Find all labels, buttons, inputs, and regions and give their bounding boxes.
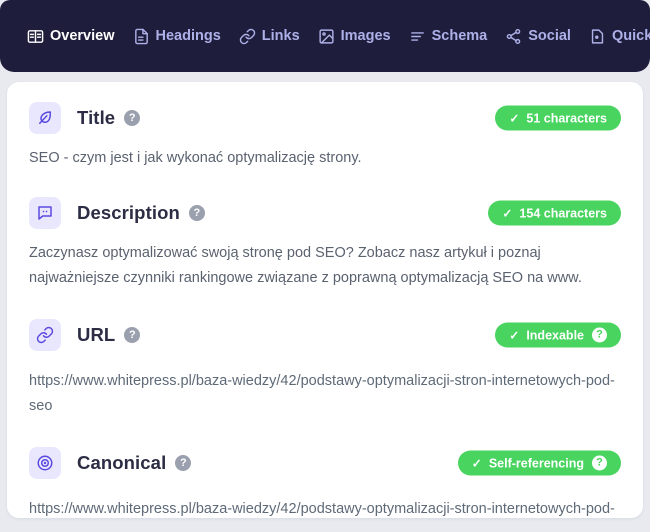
status-badge-label: Indexable	[526, 328, 584, 342]
question-mark-icon[interactable]: ?	[592, 327, 607, 343]
question-mark-icon[interactable]: ?	[175, 455, 192, 471]
list-icon	[409, 28, 426, 45]
question-mark-icon[interactable]: ?	[124, 110, 141, 126]
section-title-header: Title ? ✓ 51 characters	[29, 100, 621, 136]
section-canonical-header: Canonical ? ✓ Self-referencing ?	[29, 445, 621, 481]
nav-item-label: Schema	[431, 28, 488, 44]
status-badge-url[interactable]: ✓ Indexable ?	[495, 322, 621, 348]
status-badge-canonical[interactable]: ✓ Self-referencing ?	[457, 450, 621, 476]
nav-item-label: Social	[528, 28, 571, 44]
status-badge-description[interactable]: ✓ 154 characters	[488, 200, 621, 226]
section-canonical: Canonical ? ✓ Self-referencing ? https:/…	[29, 445, 621, 518]
status-badge-label: Self-referencing	[488, 456, 584, 470]
check-icon: ✓	[509, 111, 520, 125]
top-navigation-bar: Overview Headings Links Images Schema So…	[0, 0, 650, 72]
check-icon: ✓	[502, 206, 513, 220]
section-description-heading: Description	[77, 202, 180, 223]
question-mark-icon[interactable]: ?	[124, 327, 141, 343]
nav-item-label: Overview	[50, 28, 115, 44]
canonical-value: https://www.whitepress.pl/baza-wiedzy/42…	[29, 501, 615, 517]
nav-items: Overview Headings Links Images Schema So…	[18, 24, 650, 49]
status-badge-label: 51 characters	[526, 111, 607, 125]
target-icon	[29, 447, 61, 479]
share-icon	[505, 28, 522, 45]
section-canonical-heading: Canonical	[77, 452, 167, 473]
question-mark-icon[interactable]: ?	[592, 455, 607, 471]
status-badge-title[interactable]: ✓ 51 characters	[495, 105, 621, 131]
nav-item-label: Images	[340, 28, 391, 44]
status-badge-label: 154 characters	[519, 206, 607, 220]
nav-item-images[interactable]: Images	[309, 24, 400, 49]
section-url-header: URL ? ✓ Indexable ?	[29, 317, 621, 353]
link-chain-icon	[29, 319, 61, 351]
link-icon	[239, 28, 256, 45]
section-title: Title ? ✓ 51 characters SEO - czym jest …	[29, 100, 621, 171]
section-title-heading: Title	[77, 107, 116, 128]
feather-pen-icon	[29, 102, 61, 134]
overview-card: Title ? ✓ 51 characters SEO - czym jest …	[7, 82, 643, 518]
section-description-header: Description ? ✓ 154 characters	[29, 195, 621, 231]
nav-item-headings[interactable]: Headings	[124, 24, 230, 49]
document-icon	[133, 28, 150, 45]
section-url: URL ? ✓ Indexable ? https://www.whitepre…	[29, 317, 621, 419]
nav-item-label: Links	[261, 28, 300, 44]
nav-item-links[interactable]: Links	[230, 24, 309, 49]
title-value: SEO - czym jest i jak wykonać optymaliza…	[29, 150, 362, 166]
question-mark-icon[interactable]: ?	[188, 205, 205, 221]
speech-bubble-icon	[29, 197, 61, 229]
nav-item-overview[interactable]: Overview	[18, 24, 124, 49]
nav-item-schema[interactable]: Schema	[400, 24, 497, 49]
book-open-icon	[27, 28, 44, 45]
check-icon: ✓	[509, 328, 520, 342]
section-description: Description ? ✓ 154 characters Zaczynasz…	[29, 195, 621, 291]
image-icon	[318, 28, 335, 45]
nav-item-label: Quick Links	[611, 28, 650, 44]
nav-item-social[interactable]: Social	[496, 24, 580, 49]
nav-item-label: Headings	[155, 28, 221, 44]
description-value: Zaczynasz optymalizować swoją stronę pod…	[29, 245, 582, 286]
bookmark-icon	[589, 28, 606, 45]
check-icon: ✓	[471, 456, 482, 470]
section-url-heading: URL	[77, 324, 116, 345]
nav-item-quick-links[interactable]: Quick Links	[580, 24, 650, 49]
url-value: https://www.whitepress.pl/baza-wiedzy/42…	[29, 373, 615, 414]
